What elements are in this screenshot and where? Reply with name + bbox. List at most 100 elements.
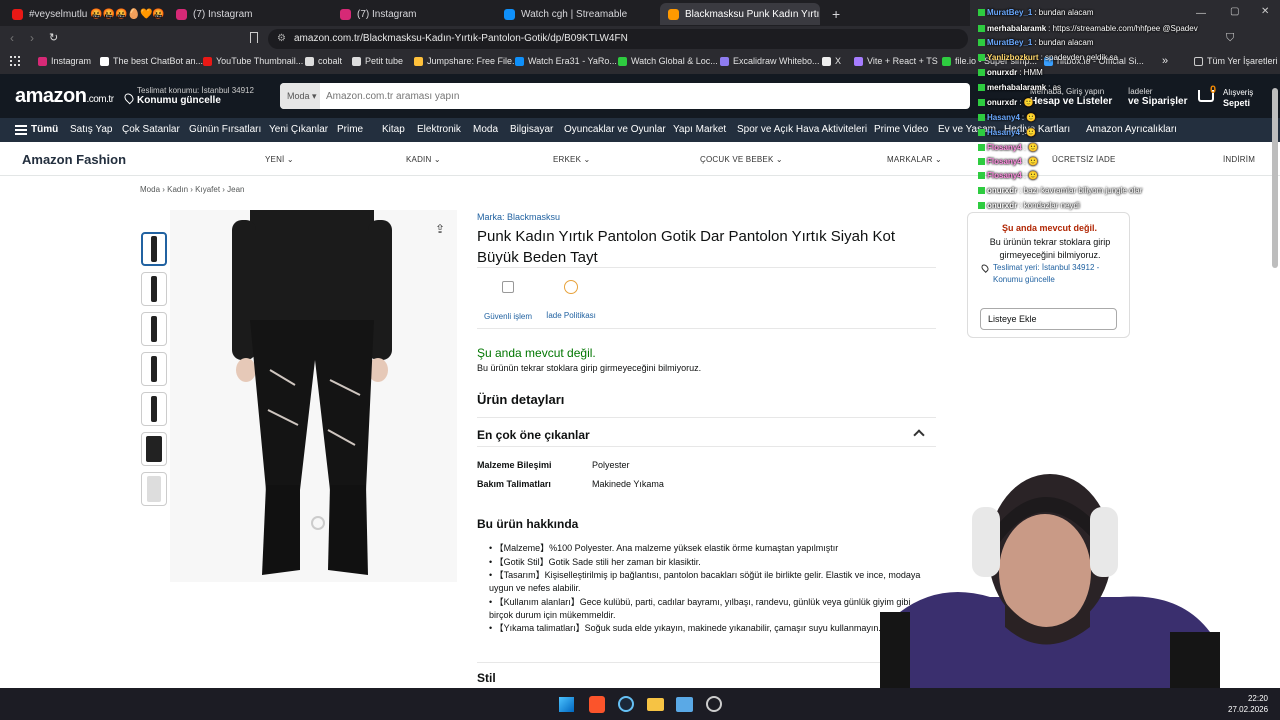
streamable-icon bbox=[515, 56, 524, 66]
tab-5-active[interactable]: Blackmasksu Punk Kadın Yırtık P✕ bbox=[660, 3, 820, 25]
logo-text: amazon bbox=[15, 85, 87, 107]
minimize-icon[interactable]: — bbox=[1196, 8, 1206, 19]
badge-icon bbox=[978, 39, 985, 46]
fashion-item[interactable]: KADIN ⌄ bbox=[406, 155, 441, 164]
thumbnail[interactable] bbox=[141, 232, 167, 266]
tab-2[interactable]: (7) Instagram bbox=[168, 3, 328, 25]
nav-item[interactable]: Yeni Çıkanlar bbox=[269, 124, 328, 135]
forward-icon[interactable]: › bbox=[30, 31, 34, 45]
thumbnail[interactable] bbox=[141, 352, 167, 386]
nav-item[interactable]: Oyuncaklar ve Oyunlar bbox=[564, 124, 666, 135]
new-tab-button[interactable]: + bbox=[824, 3, 844, 25]
bookmark-item[interactable]: The best ChatBot an... bbox=[100, 56, 203, 66]
bookmark-item[interactable]: Watch Global & Loc... bbox=[618, 56, 718, 66]
fashion-item[interactable]: İNDİRİM bbox=[1223, 155, 1255, 164]
bookmark-item[interactable]: Jumpshare: Free File... bbox=[414, 56, 520, 66]
search-input[interactable] bbox=[324, 83, 964, 109]
fashion-title[interactable]: Amazon Fashion bbox=[22, 152, 126, 167]
more-bookmarks-icon[interactable]: » bbox=[1162, 55, 1168, 67]
breadcrumb-link[interactable]: Kıyafet bbox=[195, 185, 220, 194]
instagram-icon bbox=[38, 56, 47, 66]
divider bbox=[477, 662, 936, 663]
nav-item[interactable]: Çok Satanlar bbox=[122, 124, 180, 135]
thumbnail[interactable] bbox=[141, 472, 167, 506]
highlights-toggle[interactable]: En çok öne çıkanlar bbox=[477, 426, 927, 444]
nav-item[interactable]: Elektronik bbox=[417, 124, 461, 135]
search-category-select[interactable]: Moda ▾ bbox=[280, 83, 320, 109]
share-icon[interactable]: ⇪ bbox=[435, 222, 445, 236]
bookmark-item[interactable]: X bbox=[822, 56, 841, 66]
all-bookmarks[interactable]: Tüm Yer İşaretleri bbox=[1194, 56, 1278, 66]
bookmark-item[interactable]: YouTube Thumbnail... bbox=[203, 56, 303, 66]
secure-transaction-badge[interactable]: Güvenli işlem bbox=[484, 280, 532, 321]
thumbnail[interactable] bbox=[141, 432, 167, 466]
return-policy-badge[interactable]: İade Politikası bbox=[545, 280, 597, 320]
hamburger-icon[interactable] bbox=[15, 125, 27, 135]
thumbnail[interactable] bbox=[141, 392, 167, 426]
buybox-deliver-link[interactable]: Teslimat yeri: İstanbul 34912 - Konumu g… bbox=[993, 262, 1118, 286]
url-field[interactable]: ⚙ amazon.com.tr/Blackmasksu-Kadın-Yırtık… bbox=[268, 29, 968, 49]
bookmark-item[interactable]: Watch Era31 - YaRo... bbox=[515, 56, 617, 66]
fashion-item[interactable]: ÇOCUK VE BEBEK ⌄ bbox=[700, 155, 783, 164]
breadcrumb-link[interactable]: Jean bbox=[227, 185, 244, 194]
thumbnail[interactable] bbox=[141, 312, 167, 346]
availability-status: Şu anda mevcut değil. bbox=[477, 346, 596, 360]
tab-1[interactable]: #veyselmutlu 🤬🤬🤬🥚🧡🤬 #veyselmutlu bbox=[4, 3, 164, 25]
bookmark-item[interactable]: Excalidraw Whitebo... bbox=[720, 56, 820, 66]
back-icon[interactable]: ‹ bbox=[10, 31, 14, 45]
bullet-text: 【Tasarım】Kişiselleştirilmiş ip bağlantıs… bbox=[489, 570, 921, 593]
fashion-item[interactable]: MARKALAR ⌄ bbox=[887, 155, 942, 164]
nav-item[interactable]: Prime bbox=[337, 124, 363, 135]
bookmark-item[interactable]: cobalt bbox=[305, 56, 342, 66]
fashion-item[interactable]: ERKEK ⌄ bbox=[553, 155, 590, 164]
nav-item-all[interactable]: Tümü bbox=[31, 124, 58, 135]
windows-start-icon[interactable] bbox=[559, 697, 574, 712]
product-image[interactable]: ⇪ bbox=[170, 210, 457, 582]
thumbnail[interactable] bbox=[141, 272, 167, 306]
nav-item[interactable]: Spor ve Açık Hava Aktiviteleri bbox=[737, 124, 867, 135]
bullet-text: 【Gotik Stil】Gotik Sade stili her zaman b… bbox=[494, 557, 701, 567]
photos-icon[interactable] bbox=[676, 697, 693, 712]
nav-item[interactable]: Günün Fırsatları bbox=[189, 124, 261, 135]
nav-item[interactable]: Kitap bbox=[382, 124, 405, 135]
tab-label: Blackmasksu Punk Kadın Yırtık P bbox=[685, 8, 820, 20]
nav-item[interactable]: Moda bbox=[473, 124, 498, 135]
bookmark-item[interactable]: Vite + React + TS bbox=[854, 56, 938, 66]
add-to-list-button[interactable]: Listeye Ekle bbox=[980, 308, 1117, 330]
maximize-icon[interactable]: ▢ bbox=[1230, 6, 1239, 17]
breadcrumb-link[interactable]: Moda bbox=[140, 185, 160, 194]
tab-4[interactable]: Watch cgh | Streamable bbox=[496, 3, 656, 25]
reload-icon[interactable]: ↻ bbox=[49, 31, 58, 44]
site-info-icon[interactable]: ⚙ bbox=[277, 29, 286, 49]
nav-item[interactable]: Prime Video bbox=[874, 124, 928, 135]
bookmark-item[interactable]: Petit tube bbox=[352, 56, 403, 66]
chat-text: : bazı kavramlar biliyom jungle olar bbox=[1019, 186, 1143, 195]
returns-orders[interactable]: İadeler ve Siparişler bbox=[1128, 87, 1187, 107]
deliver-to[interactable]: Teslimat konumu: İstanbul 34912 Konumu g… bbox=[122, 86, 254, 106]
file-explorer-icon[interactable] bbox=[647, 698, 664, 711]
bookmark-item[interactable]: Instagram bbox=[38, 56, 91, 66]
fashion-item[interactable]: YENİ ⌄ bbox=[265, 155, 294, 164]
breadcrumb-link[interactable]: Kadın bbox=[167, 185, 188, 194]
amazon-logo[interactable]: amazon.com.tr bbox=[15, 85, 114, 108]
obs-icon[interactable] bbox=[706, 696, 722, 712]
nav-item[interactable]: Amazon Ayrıcalıkları bbox=[1086, 124, 1177, 135]
url-text: amazon.com.tr/Blackmasksu-Kadın-Yırtık-P… bbox=[294, 33, 628, 44]
page-scrollbar[interactable] bbox=[1272, 88, 1278, 268]
buybox-status: Şu anda mevcut değil. bbox=[1001, 223, 1098, 233]
fashion-item[interactable]: ÜCRETSİZ İADE bbox=[1052, 155, 1116, 164]
bookmark-label: X bbox=[835, 56, 842, 66]
chat-text: : HMM bbox=[1019, 68, 1043, 77]
fashion-item-label: KADIN bbox=[406, 155, 432, 164]
close-window-icon[interactable]: ✕ bbox=[1261, 6, 1269, 17]
brand-link[interactable]: Marka: Blackmasksu bbox=[477, 212, 560, 222]
nav-item[interactable]: Bilgisayar bbox=[510, 124, 553, 135]
shield-icon[interactable]: ⛉ bbox=[1226, 32, 1234, 45]
steam-icon[interactable] bbox=[618, 696, 634, 712]
brave-browser-icon[interactable] bbox=[589, 696, 605, 713]
apps-grid-icon[interactable] bbox=[10, 56, 20, 66]
nav-item[interactable]: Yapı Market bbox=[673, 124, 726, 135]
nav-item[interactable]: Satış Yap bbox=[70, 124, 112, 135]
bookmark-icon[interactable] bbox=[250, 32, 258, 43]
tab-3[interactable]: (7) Instagram bbox=[332, 3, 492, 25]
